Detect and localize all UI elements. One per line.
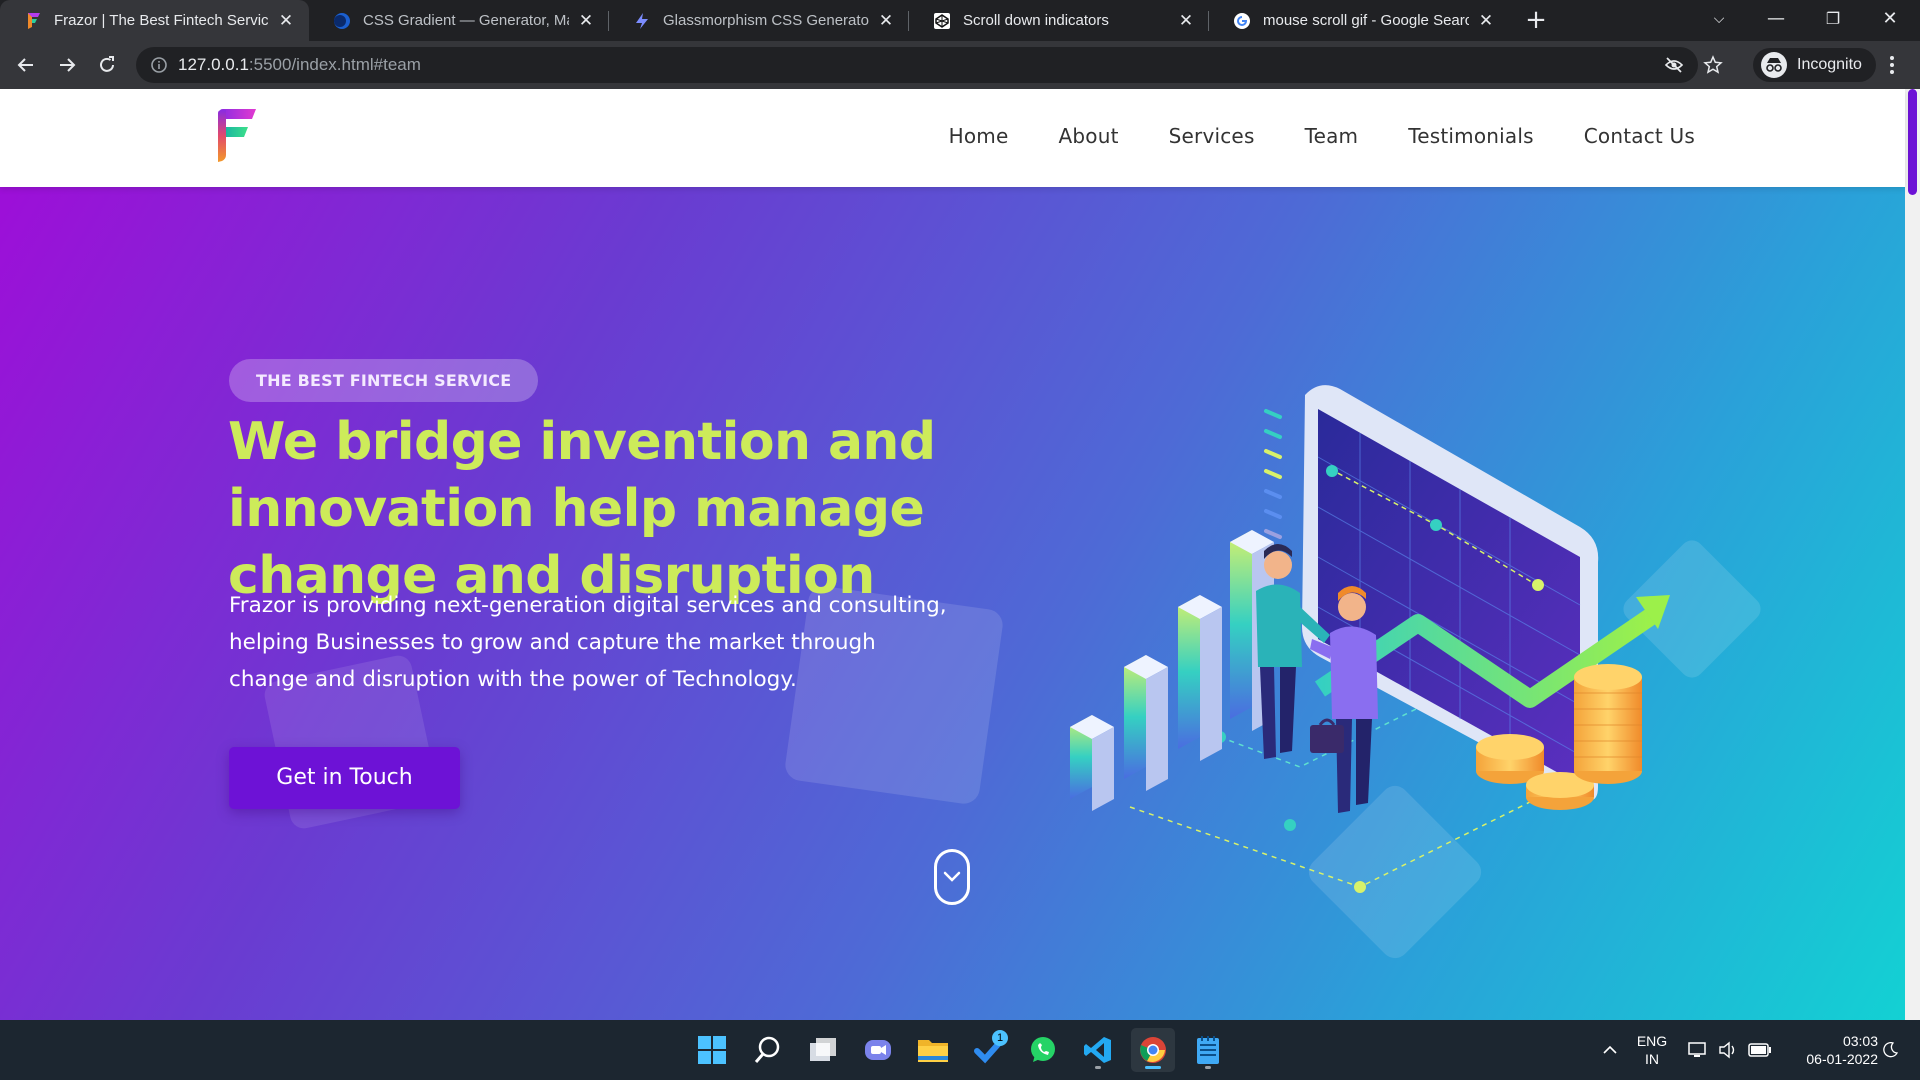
- frazor-logo-icon: [24, 12, 42, 30]
- close-tab-icon[interactable]: ✕: [1177, 11, 1195, 31]
- vscode-icon[interactable]: [1076, 1028, 1120, 1072]
- frazor-logo[interactable]: [214, 107, 258, 163]
- back-button[interactable]: [10, 49, 42, 81]
- tab-glassmorphism[interactable]: Glassmorphism CSS Generator | H ✕: [609, 0, 909, 41]
- glassmorphism-icon: [633, 12, 651, 30]
- page-viewport: Home About Services Team Testimonials Co…: [0, 89, 1920, 1020]
- css-gradient-icon: [333, 12, 351, 30]
- google-icon: [1233, 12, 1251, 30]
- scroll-down-indicator[interactable]: [934, 849, 970, 905]
- page-scrollbar[interactable]: [1905, 89, 1920, 1020]
- teams-chat-icon[interactable]: [856, 1028, 900, 1072]
- eye-off-icon[interactable]: [1664, 55, 1684, 75]
- fintech-growth-illustration: [1070, 385, 1670, 893]
- volume-icon[interactable]: [1716, 1020, 1740, 1080]
- battery-icon[interactable]: [1746, 1020, 1774, 1080]
- scrollbar-thumb[interactable]: [1908, 89, 1917, 195]
- incognito-icon: [1761, 52, 1787, 78]
- close-tab-icon[interactable]: ✕: [277, 11, 295, 31]
- tab-css-gradient[interactable]: CSS Gradient — Generator, Maker ✕: [309, 0, 609, 41]
- info-icon[interactable]: [150, 56, 168, 74]
- reload-button[interactable]: [91, 49, 123, 81]
- nav-home[interactable]: Home: [949, 124, 1009, 148]
- file-explorer-icon[interactable]: [911, 1028, 955, 1072]
- forward-button[interactable]: [51, 49, 83, 81]
- close-window-button[interactable]: ✕: [1862, 0, 1918, 41]
- tab-title: CSS Gradient — Generator, Maker: [363, 12, 569, 29]
- tab-title: Glassmorphism CSS Generator | H: [663, 12, 869, 29]
- get-in-touch-button[interactable]: Get in Touch: [229, 747, 460, 809]
- tab-google-search[interactable]: mouse scroll gif - Google Search ✕: [1209, 0, 1509, 41]
- tab-title: mouse scroll gif - Google Search: [1263, 12, 1469, 29]
- browser-tab-strip: Frazor | The Best Fintech Service ✕ CSS …: [0, 0, 1920, 41]
- codepen-icon: [933, 12, 951, 30]
- chevron-down-icon: [943, 871, 961, 882]
- restore-button[interactable]: ❐: [1805, 0, 1861, 41]
- menu-kebab-icon[interactable]: [1882, 53, 1902, 77]
- running-indicator: [1095, 1066, 1101, 1069]
- running-indicator: [1205, 1066, 1211, 1069]
- show-hidden-icons-chevron-up-icon[interactable]: [1598, 1020, 1622, 1080]
- nav-testimonials[interactable]: Testimonials: [1408, 124, 1534, 148]
- new-tab-button[interactable]: +: [1522, 6, 1550, 34]
- close-tab-icon[interactable]: ✕: [877, 11, 895, 31]
- task-view-icon[interactable]: [801, 1028, 845, 1072]
- hero-description: Frazor is providing next-generation digi…: [229, 593, 947, 692]
- system-clock[interactable]: 03:03 06-01-2022: [1784, 1020, 1878, 1080]
- nav-services[interactable]: Services: [1169, 124, 1255, 148]
- url-text: 127.0.0.1:5500/index.html#team: [178, 55, 421, 74]
- notifications-moon-icon[interactable]: [1878, 1020, 1902, 1080]
- tab-title: Scroll down indicators: [963, 12, 1109, 29]
- back-arrow-icon: [17, 58, 33, 72]
- network-icon[interactable]: [1686, 1020, 1710, 1080]
- nav-contact-us[interactable]: Contact Us: [1584, 124, 1695, 148]
- close-tab-icon[interactable]: ✕: [1477, 11, 1495, 31]
- browser-toolbar: 127.0.0.1:5500/index.html#team Incognito: [0, 41, 1920, 89]
- search-icon[interactable]: [746, 1028, 790, 1072]
- running-indicator: [1145, 1066, 1161, 1069]
- tab-title: Frazor | The Best Fintech Service: [54, 12, 269, 29]
- tab-scroll-indicators[interactable]: Scroll down indicators ✕: [909, 0, 1209, 41]
- todo-icon[interactable]: 1: [967, 1028, 1011, 1072]
- profile-label: Incognito: [1797, 56, 1862, 73]
- notification-badge: 1: [992, 1030, 1008, 1046]
- nav-about[interactable]: About: [1058, 124, 1118, 148]
- hero-badge: THE BEST FINTECH SERVICE: [229, 359, 539, 402]
- hero-section: THE BEST FINTECH SERVICE We bridge inven…: [0, 187, 1905, 1020]
- hero-headline: We bridge invention and innovation help …: [228, 412, 936, 606]
- forward-arrow-icon: [60, 58, 76, 72]
- address-bar[interactable]: 127.0.0.1:5500/index.html#team: [136, 47, 1723, 83]
- tab-search-icon[interactable]: ⌵: [1691, 0, 1747, 41]
- main-nav: Home About Services Team Testimonials Co…: [949, 124, 1695, 148]
- tab-frazor[interactable]: Frazor | The Best Fintech Service ✕: [0, 0, 309, 41]
- input-language[interactable]: ENG IN: [1634, 1020, 1670, 1080]
- windows-start-icon[interactable]: [690, 1028, 734, 1072]
- site-header: Home About Services Team Testimonials Co…: [0, 89, 1905, 187]
- incognito-profile-button[interactable]: Incognito: [1753, 48, 1876, 82]
- reload-icon: [100, 56, 114, 72]
- bookmark-star-icon[interactable]: [1703, 55, 1723, 75]
- minimize-button[interactable]: —: [1748, 0, 1804, 41]
- close-tab-icon[interactable]: ✕: [577, 11, 595, 31]
- notepad-icon[interactable]: [1186, 1028, 1230, 1072]
- nav-team[interactable]: Team: [1305, 124, 1359, 148]
- chrome-icon[interactable]: [1131, 1028, 1175, 1072]
- whatsapp-icon[interactable]: [1021, 1028, 1065, 1072]
- windows-taskbar: 1 ENG IN 03:03 06-01-2022: [0, 1020, 1920, 1080]
